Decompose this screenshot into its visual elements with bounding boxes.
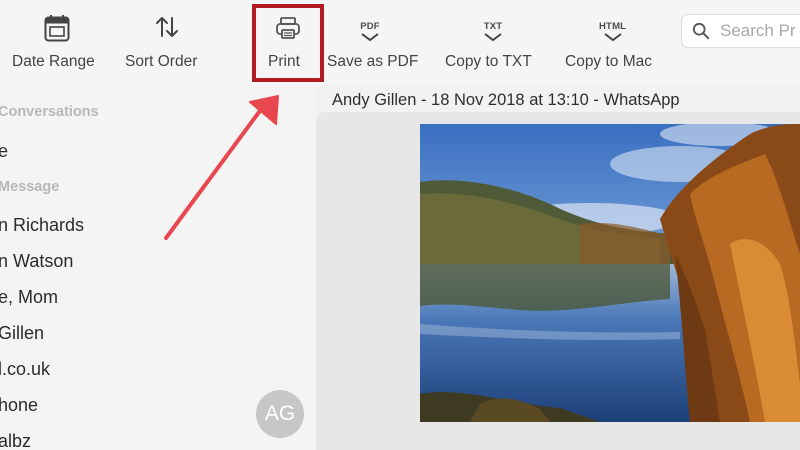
contact-item[interactable]: e, Mom: [0, 287, 58, 308]
contact-item[interactable]: albz: [0, 431, 31, 450]
copy-to-mac-label: Copy to Mac: [565, 53, 653, 70]
save-as-pdf-label: Save as PDF: [327, 53, 419, 70]
sort-order-button[interactable]: Sort Order: [124, 0, 210, 84]
save-as-pdf-button[interactable]: PDF Save as PDF: [326, 0, 426, 84]
toolbar: Date Range Sort Order Print PDF Save as …: [0, 0, 800, 84]
contact-item[interactable]: n Watson: [0, 251, 73, 272]
contact-item[interactable]: Gillen: [0, 323, 44, 344]
message-photo[interactable]: [420, 124, 800, 422]
search-input[interactable]: [720, 21, 800, 41]
sort-order-label: Sort Order: [125, 53, 198, 70]
contact-item[interactable]: hone: [0, 395, 38, 416]
contact-item[interactable]: l.co.uk: [0, 359, 50, 380]
search-icon: [692, 22, 710, 40]
conversations-header: Conversations: [0, 104, 99, 120]
date-range-label: Date Range: [12, 53, 95, 70]
conversation-title: Andy Gillen - 18 Nov 2018 at 13:10 - Wha…: [332, 91, 680, 109]
sidebar-item-first[interactable]: e: [0, 141, 8, 162]
calendar-icon: [44, 14, 70, 44]
contact-item[interactable]: n Richards: [0, 215, 84, 236]
txt-download-icon: TXT: [483, 16, 503, 46]
sort-arrows-icon: [154, 14, 180, 44]
print-highlight-box: [252, 4, 324, 82]
date-range-button[interactable]: Date Range: [10, 0, 104, 84]
message-header: Message: [0, 179, 60, 195]
copy-to-txt-label: Copy to TXT: [445, 53, 532, 70]
avatar: AG: [256, 390, 304, 438]
copy-to-txt-button[interactable]: TXT Copy to TXT: [444, 0, 546, 84]
search-box[interactable]: [681, 14, 800, 48]
copy-to-mac-button[interactable]: HTML Copy to Mac: [564, 0, 666, 84]
pdf-download-icon: PDF: [360, 16, 380, 46]
html-download-icon: HTML: [599, 16, 626, 46]
